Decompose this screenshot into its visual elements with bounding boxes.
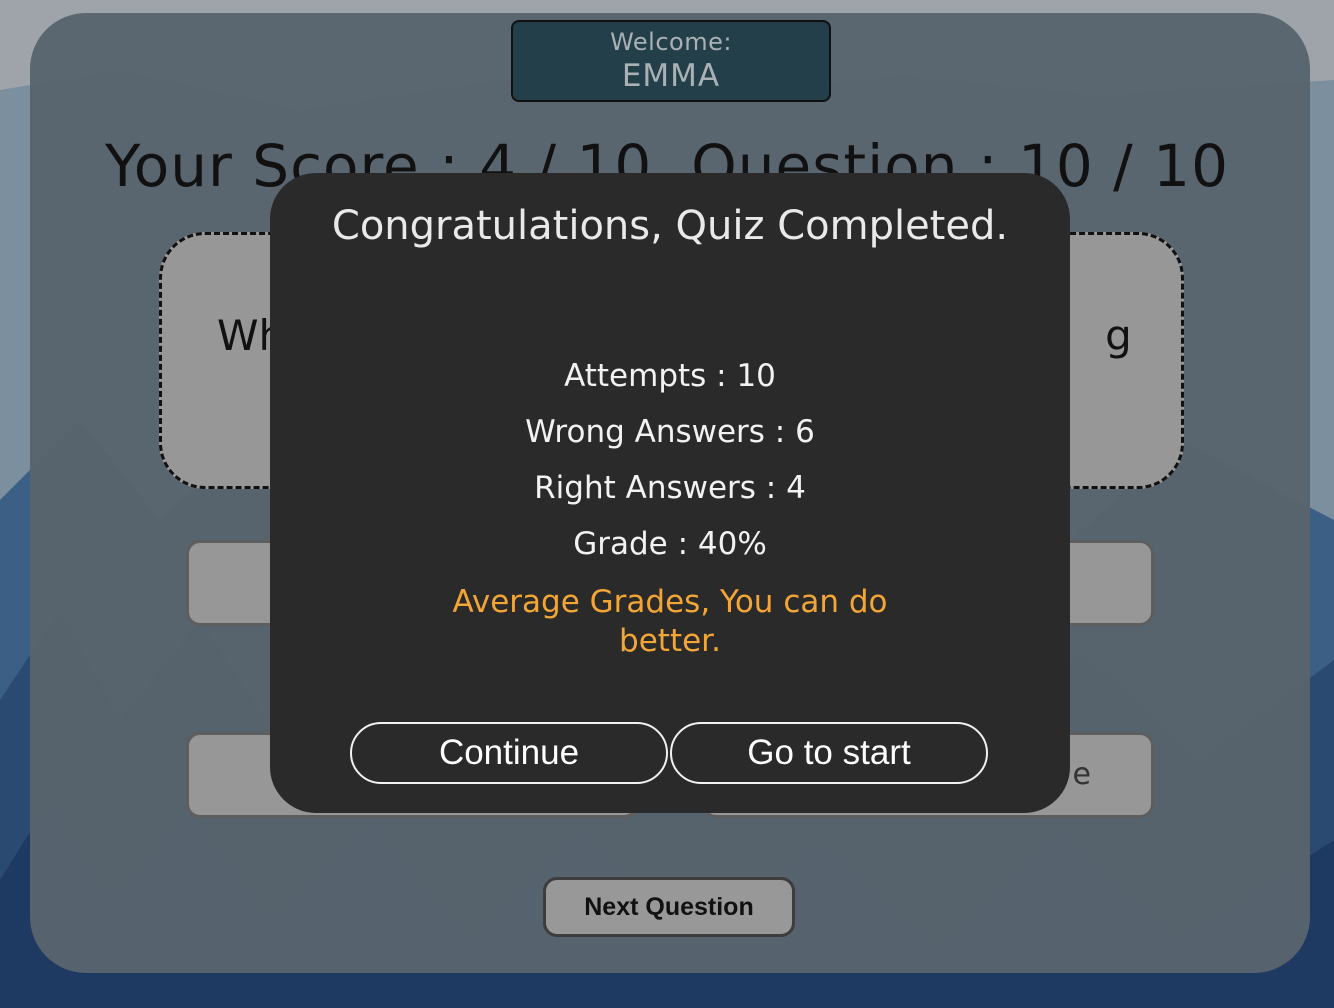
grade-message: Average Grades, You can do better. [452, 584, 888, 659]
question-text-end: g a [1105, 311, 1137, 360]
quiz-complete-modal: Congratulations, Quiz Completed. Attempt… [270, 173, 1070, 813]
modal-title: Congratulations, Quiz Completed. [331, 203, 1009, 249]
go-to-start-button[interactable]: Go to start [670, 722, 988, 784]
welcome-badge: Welcome: EMMA [511, 20, 831, 102]
user-name: EMMA [621, 58, 721, 94]
next-question-button[interactable]: Next Question [543, 877, 795, 937]
right-answers-stat: Right Answers : 4 [534, 470, 806, 506]
continue-button[interactable]: Continue [350, 722, 668, 784]
welcome-label: Welcome: [610, 28, 732, 56]
grade-stat: Grade : 40% [573, 526, 767, 562]
attempts-stat: Attempts : 10 [564, 358, 776, 394]
answer-option-4-label: e [1072, 757, 1091, 792]
wrong-answers-stat: Wrong Answers : 6 [525, 414, 815, 450]
